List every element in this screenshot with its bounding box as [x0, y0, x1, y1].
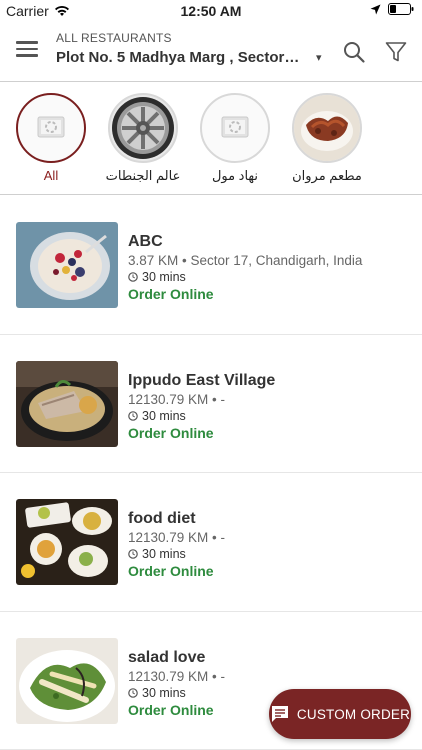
restaurant-distance: 12130.79 KM • -: [128, 668, 226, 684]
placeholder-image-icon: [200, 93, 270, 163]
chevron-down-icon[interactable]: ▾: [316, 51, 322, 64]
delivery-time: 30 mins: [128, 547, 186, 561]
category-marwan-restaurant[interactable]: مطعم مروان: [281, 93, 373, 184]
category-nihad-mall[interactable]: نهاد مول: [189, 93, 281, 184]
custom-order-button[interactable]: CUSTOM ORDER: [269, 689, 411, 739]
status-right: [370, 3, 414, 15]
location-selector[interactable]: Plot No. 5 Madhya Marg , Sector…: [56, 49, 299, 66]
clock-icon: [128, 549, 138, 559]
delivery-time-label: 30 mins: [142, 547, 186, 561]
clock-icon: [128, 272, 138, 282]
restaurant-name: ABC: [128, 233, 163, 250]
chat-bubble-icon: [271, 706, 288, 722]
restaurant-name: salad love: [128, 648, 206, 666]
food-plate-image: [292, 93, 362, 163]
restaurant-row[interactable]: ABC 3.87 KM • Sector 17, Chandigarh, Ind…: [0, 196, 422, 335]
delivery-time: 30 mins: [128, 270, 186, 284]
order-online-link[interactable]: Order Online: [128, 286, 214, 302]
order-online-link[interactable]: Order Online: [128, 563, 214, 579]
salad-plate-photo: [16, 637, 118, 724]
order-online-link[interactable]: Order Online: [128, 702, 214, 718]
table-dishes-photo: [16, 499, 118, 585]
order-online-link[interactable]: Order Online: [128, 425, 214, 441]
clock-icon: [128, 410, 138, 421]
location-arrow-icon: [370, 4, 381, 14]
hamburger-menu-icon[interactable]: [16, 41, 38, 61]
ramen-bowl-photo: [16, 360, 118, 447]
placeholder-image-icon: [16, 93, 86, 163]
category-label-wheels: عالم الجنطات: [105, 168, 181, 183]
delivery-time: 30 mins: [128, 409, 186, 423]
restaurant-name: Ippudo East Village: [128, 371, 276, 389]
restaurant-row[interactable]: food diet 12130.79 KM • - 30 mins Order …: [0, 473, 422, 612]
restaurant-name: food diet: [128, 510, 196, 527]
restaurant-distance: 12130.79 KM • -: [128, 530, 226, 545]
restaurant-distance: 3.87 KM • Sector 17, Chandigarh, India: [128, 253, 363, 268]
restaurant-list: ABC 3.87 KM • Sector 17, Chandigarh, Ind…: [0, 196, 422, 750]
battery-icon: [388, 3, 414, 15]
clock-icon: [128, 687, 138, 698]
status-time: 12:50 AM: [180, 3, 242, 19]
berry-bowl-photo: [16, 222, 118, 308]
restaurant-distance: 12130.79 KM • -: [128, 391, 226, 407]
header-subtitle: ALL RESTAURANTS: [56, 31, 172, 45]
delivery-time-label: 30 mins: [142, 685, 186, 700]
category-label-nihad-mall: نهاد مول: [211, 168, 259, 183]
category-all[interactable]: All: [5, 93, 97, 183]
category-label-marwan-restaurant: مطعم مروان: [292, 168, 362, 183]
search-icon[interactable]: [342, 40, 366, 64]
category-label-all: All: [43, 168, 59, 183]
filter-icon[interactable]: [385, 41, 407, 63]
custom-order-label: CUSTOM ORDER: [296, 706, 411, 722]
wheel-rim-image: [108, 93, 178, 163]
delivery-time: 30 mins: [128, 686, 186, 700]
category-wheels[interactable]: عالم الجنطات: [97, 93, 189, 184]
status-bar: Carrier 12:50 AM: [0, 0, 422, 22]
app-header: ALL RESTAURANTS Plot No. 5 Madhya Marg ,…: [0, 22, 422, 82]
delivery-time-label: 30 mins: [142, 270, 186, 284]
category-strip: All عالم الجنطات نهاد مول مطعم مروان: [0, 83, 422, 195]
restaurant-row[interactable]: Ippudo East Village 12130.79 KM • - 30 m…: [0, 335, 422, 473]
delivery-time-label: 30 mins: [142, 408, 186, 423]
